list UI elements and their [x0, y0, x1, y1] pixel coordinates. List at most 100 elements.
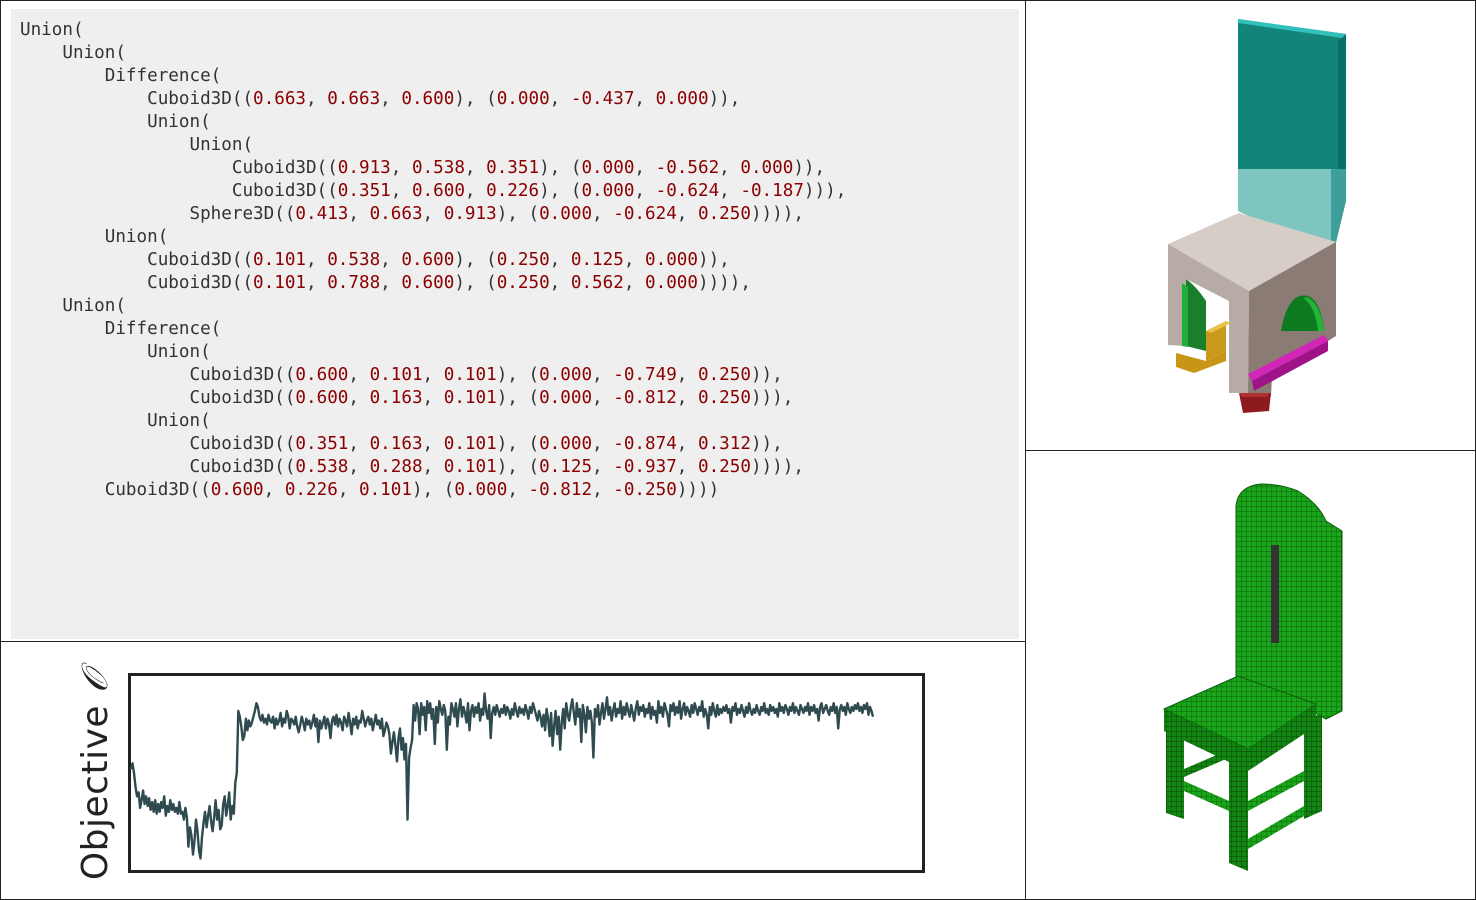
code-token: , [592, 434, 614, 454]
code-number: 0.600 [210, 480, 264, 500]
code-token: , [592, 480, 614, 500]
code-number: -0.937 [613, 457, 677, 477]
code-number: 0.250 [496, 250, 550, 270]
code-token: )), [697, 250, 730, 270]
code-number: 0.000 [645, 250, 698, 270]
code-number: 0.351 [295, 434, 349, 454]
objective-plot [128, 673, 925, 873]
code-number: 0.125 [539, 457, 593, 477]
code-line: Union( [20, 20, 84, 40]
code-token: Cuboid3D(( [147, 273, 254, 293]
code-number: 0.663 [369, 204, 423, 224]
backrest-front [1238, 19, 1346, 169]
code-number: 0.538 [295, 457, 349, 477]
code-token: ), ( [539, 181, 582, 201]
code-token: ), ( [539, 158, 582, 178]
code-number: 0.226 [486, 181, 540, 201]
code-number: -0.187 [740, 181, 804, 201]
code-number: 0.351 [486, 158, 540, 178]
code-token: , [348, 365, 370, 385]
code-token: Union( [62, 43, 126, 63]
code-number: 0.413 [295, 204, 349, 224]
code-line: Cuboid3D((0.101, 0.788, 0.600), (0.250, … [20, 273, 751, 293]
code-token: , [676, 434, 698, 454]
left-arch [1186, 279, 1206, 351]
code-line: Difference( [20, 319, 222, 339]
code-token: , [592, 457, 614, 477]
code-number: 0.250 [496, 273, 550, 293]
code-token: , [623, 250, 646, 270]
code-number: 0.312 [697, 434, 751, 454]
code-token: ))), [750, 388, 794, 408]
code-token: , [422, 457, 444, 477]
code-token: , [380, 250, 402, 270]
code-number: 0.913 [443, 204, 497, 224]
code-token: Cuboid3D(( [189, 365, 296, 385]
code-number: -0.812 [528, 480, 593, 500]
code-number: 0.250 [697, 457, 751, 477]
code-number: -0.812 [613, 388, 677, 408]
primitive-chair-render [1168, 19, 1346, 413]
code-number: 0.000 [539, 434, 593, 454]
code-number: 0.288 [369, 457, 423, 477]
code-token: , [306, 250, 328, 270]
code-token: Union( [189, 135, 254, 155]
code-number: 0.250 [697, 388, 751, 408]
code-number: -0.250 [613, 480, 677, 500]
code-number: 0.000 [655, 89, 709, 109]
leg-front-left [1166, 729, 1184, 819]
code-line: Union( [20, 296, 126, 316]
code-number: 0.600 [401, 89, 455, 109]
code-token: )), [708, 89, 741, 109]
code-line: Union( [20, 227, 169, 247]
code-token: Cuboid3D(( [147, 250, 254, 270]
code-line: Difference( [20, 66, 222, 86]
backrest-slot [1271, 545, 1279, 643]
code-token: , [390, 181, 412, 201]
code-token: , [380, 273, 402, 293]
code-token: , [676, 365, 698, 385]
code-token: , [348, 434, 370, 454]
code-token: Cuboid3D(( [231, 158, 338, 178]
code-token: , [676, 204, 698, 224]
code-token: , [549, 273, 571, 293]
code-line: Sphere3D((0.413, 0.663, 0.913), (0.000, … [20, 204, 803, 224]
code-token: Cuboid3D(( [104, 480, 211, 500]
plot-frame [128, 673, 925, 873]
voxel-chair-render [1162, 483, 1343, 871]
code-token: Difference( [104, 66, 222, 86]
code-number: -0.562 [655, 158, 720, 178]
code-token: Union( [147, 342, 211, 362]
code-number: 0.101 [359, 480, 412, 500]
code-token: , [464, 158, 487, 178]
code-number: 0.101 [443, 434, 497, 454]
code-token: ))), [803, 181, 847, 201]
code-token: ), ( [496, 457, 540, 477]
code-token: )), [793, 158, 826, 178]
code-token: , [623, 273, 646, 293]
code-line: Cuboid3D((0.663, 0.663, 0.600), (0.000, … [20, 89, 740, 109]
code-line: Cuboid3D((0.101, 0.538, 0.600), (0.250, … [20, 250, 730, 270]
code-token: Cuboid3D(( [231, 181, 338, 201]
code-token: ), ( [496, 388, 540, 408]
code-number: 0.000 [740, 158, 794, 178]
code-token: , [592, 388, 614, 408]
code-token: ), ( [454, 89, 497, 109]
code-token: ), ( [496, 204, 540, 224]
code-number: 0.000 [454, 480, 508, 500]
code-number: 0.000 [539, 204, 593, 224]
code-number: 0.913 [337, 158, 391, 178]
code-number: 0.101 [253, 250, 307, 270]
code-token: , [592, 204, 614, 224]
code-number: 0.101 [369, 365, 423, 385]
code-token: Union( [104, 227, 169, 247]
code-number: 0.663 [327, 89, 381, 109]
code-token: , [634, 181, 656, 201]
y-axis-label: Objective 𝒪 [75, 670, 117, 880]
code-token: , [306, 89, 328, 109]
code-token: Sphere3D(( [189, 204, 296, 224]
code-token: , [719, 181, 741, 201]
code-number: 0.250 [697, 204, 751, 224]
code-token: Union( [147, 411, 211, 431]
code-number: 0.538 [327, 250, 381, 270]
